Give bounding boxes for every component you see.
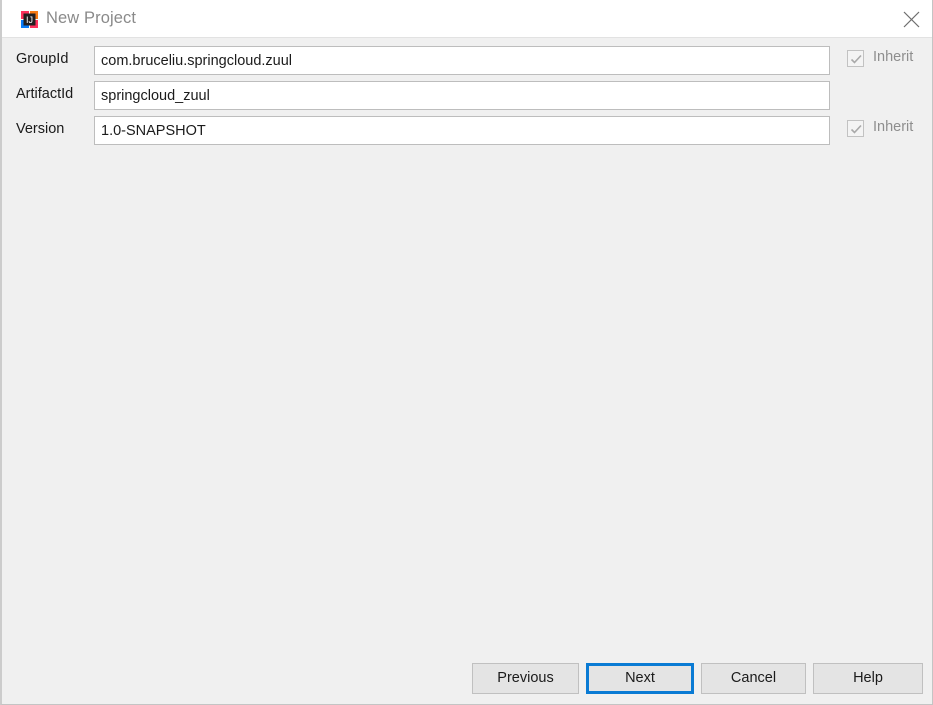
window-title: New Project xyxy=(46,9,137,27)
groupid-input[interactable] xyxy=(94,46,830,75)
form-row-artifactid: ArtifactId xyxy=(2,81,932,111)
dialog-button-bar: Previous Next Cancel Help xyxy=(2,663,932,695)
new-project-dialog: IJ New Project GroupId Inherit ArtifactI… xyxy=(0,0,933,705)
version-input[interactable] xyxy=(94,116,830,145)
form-row-groupid: GroupId Inherit xyxy=(2,46,932,76)
checkmark-icon xyxy=(850,124,862,134)
previous-button[interactable]: Previous xyxy=(472,663,579,694)
next-button[interactable]: Next xyxy=(586,663,694,694)
groupid-inherit-group[interactable]: Inherit xyxy=(847,49,932,71)
close-icon xyxy=(903,11,920,28)
help-button[interactable]: Help xyxy=(813,663,923,694)
version-label: Version xyxy=(16,121,65,137)
groupid-inherit-label: Inherit xyxy=(873,49,914,65)
groupid-inherit-checkbox[interactable] xyxy=(847,50,864,67)
form-row-version: Version Inherit xyxy=(2,116,932,146)
version-inherit-checkbox[interactable] xyxy=(847,120,864,137)
title-bar: IJ New Project xyxy=(2,0,932,38)
cancel-button[interactable]: Cancel xyxy=(701,663,806,694)
left-edge-accent xyxy=(0,173,2,197)
intellij-idea-icon: IJ xyxy=(21,11,38,28)
artifactid-input[interactable] xyxy=(94,81,830,110)
svg-text:IJ: IJ xyxy=(26,15,33,25)
groupid-label: GroupId xyxy=(16,51,69,67)
checkmark-icon xyxy=(850,54,862,64)
version-inherit-group[interactable]: Inherit xyxy=(847,119,932,141)
close-button[interactable] xyxy=(889,0,932,37)
version-inherit-label: Inherit xyxy=(873,119,914,135)
artifactid-label: ArtifactId xyxy=(16,86,74,102)
